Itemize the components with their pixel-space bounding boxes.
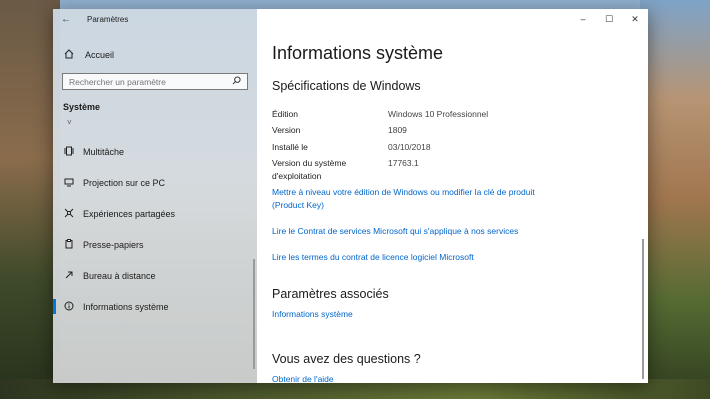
sidebar-item-home[interactable]: Accueil xyxy=(53,45,257,65)
spec-row: Version 1809 xyxy=(272,124,407,137)
home-label: Accueil xyxy=(85,50,115,60)
questions-heading: Vous avez des questions ? xyxy=(272,352,421,366)
wallpaper-right xyxy=(640,0,710,399)
specs-heading: Spécifications de Windows xyxy=(272,79,421,93)
main-panel: – ☐ ✕ Informations système Spécification… xyxy=(257,9,648,383)
sidebar-item-remote-desktop[interactable]: Bureau à distance xyxy=(53,260,257,291)
remote-desktop-icon xyxy=(63,270,75,282)
minimize-button[interactable]: – xyxy=(570,9,596,29)
sidebar-item-label: Projection sur ce PC xyxy=(83,177,166,188)
close-button[interactable]: ✕ xyxy=(622,9,648,29)
spec-key: Édition xyxy=(272,109,298,119)
spec-key: Version du système d'exploitation xyxy=(272,158,347,181)
main-scrollbar[interactable] xyxy=(642,239,644,379)
upgrade-edition-link[interactable]: Mettre à niveau votre édition de Windows… xyxy=(272,186,562,212)
spec-value: 17763.1 xyxy=(388,158,419,168)
search-box[interactable] xyxy=(62,73,248,90)
shared-experiences-icon xyxy=(63,208,75,220)
sidebar-item-multitasking[interactable]: Multitâche xyxy=(53,136,257,167)
sidebar-scrollbar[interactable] xyxy=(253,259,255,369)
related-system-info-link[interactable]: Informations système xyxy=(272,308,562,321)
nav-list: Multitâche Projection sur ce PC Expérien… xyxy=(53,136,257,322)
section-label: Système xyxy=(63,102,101,112)
projection-icon xyxy=(63,177,75,189)
sidebar-item-label: Multitâche xyxy=(83,146,125,157)
spec-row: Version du système d'exploitation 17763.… xyxy=(272,157,419,182)
sidebar-item-system-info[interactable]: Informations système xyxy=(53,291,257,322)
sidebar-item-projection[interactable]: Projection sur ce PC xyxy=(53,167,257,198)
sidebar: ← Paramètres Accueil Système ˅ Multitâch… xyxy=(53,9,257,383)
chevron-down-icon[interactable]: ˅ xyxy=(67,118,257,132)
get-help-link[interactable]: Obtenir de l'aide xyxy=(272,373,562,383)
sidebar-item-clipboard[interactable]: Presse-papiers xyxy=(53,229,257,260)
sidebar-item-shared-experiences[interactable]: Expériences partagées xyxy=(53,198,257,229)
back-arrow-icon[interactable]: ← xyxy=(61,14,75,25)
clipboard-icon xyxy=(63,238,75,251)
multitasking-icon xyxy=(63,146,75,158)
sidebar-item-label: Informations système xyxy=(83,301,169,312)
search-input[interactable] xyxy=(69,76,219,87)
services-agreement-link[interactable]: Lire le Contrat de services Microsoft qu… xyxy=(272,225,562,238)
app-title: Paramètres xyxy=(87,14,129,24)
home-icon xyxy=(63,48,75,62)
spec-value: 03/10/2018 xyxy=(388,142,431,152)
wallpaper-left xyxy=(0,0,60,399)
sidebar-item-label: Presse-papiers xyxy=(83,239,144,250)
spec-value: Windows 10 Professionnel xyxy=(388,109,489,119)
spec-row: Édition Windows 10 Professionnel xyxy=(272,108,488,121)
spec-key: Installé le xyxy=(272,142,308,152)
page-title: Informations système xyxy=(272,43,444,63)
sidebar-item-label: Expériences partagées xyxy=(83,208,176,219)
search-icon[interactable] xyxy=(232,76,241,87)
license-terms-link[interactable]: Lire les termes du contrat de licence lo… xyxy=(272,251,562,264)
spec-key: Version xyxy=(272,125,301,135)
sidebar-item-label: Bureau à distance xyxy=(83,270,156,281)
maximize-button[interactable]: ☐ xyxy=(596,9,622,29)
settings-window: ← Paramètres Accueil Système ˅ Multitâch… xyxy=(53,9,648,383)
titlebar-left: ← Paramètres xyxy=(53,9,257,29)
spec-row: Installé le 03/10/2018 xyxy=(272,141,431,154)
info-icon xyxy=(63,301,75,313)
related-heading: Paramètres associés xyxy=(272,287,389,301)
spec-value: 1809 xyxy=(388,125,407,135)
window-controls: – ☐ ✕ xyxy=(570,9,648,29)
